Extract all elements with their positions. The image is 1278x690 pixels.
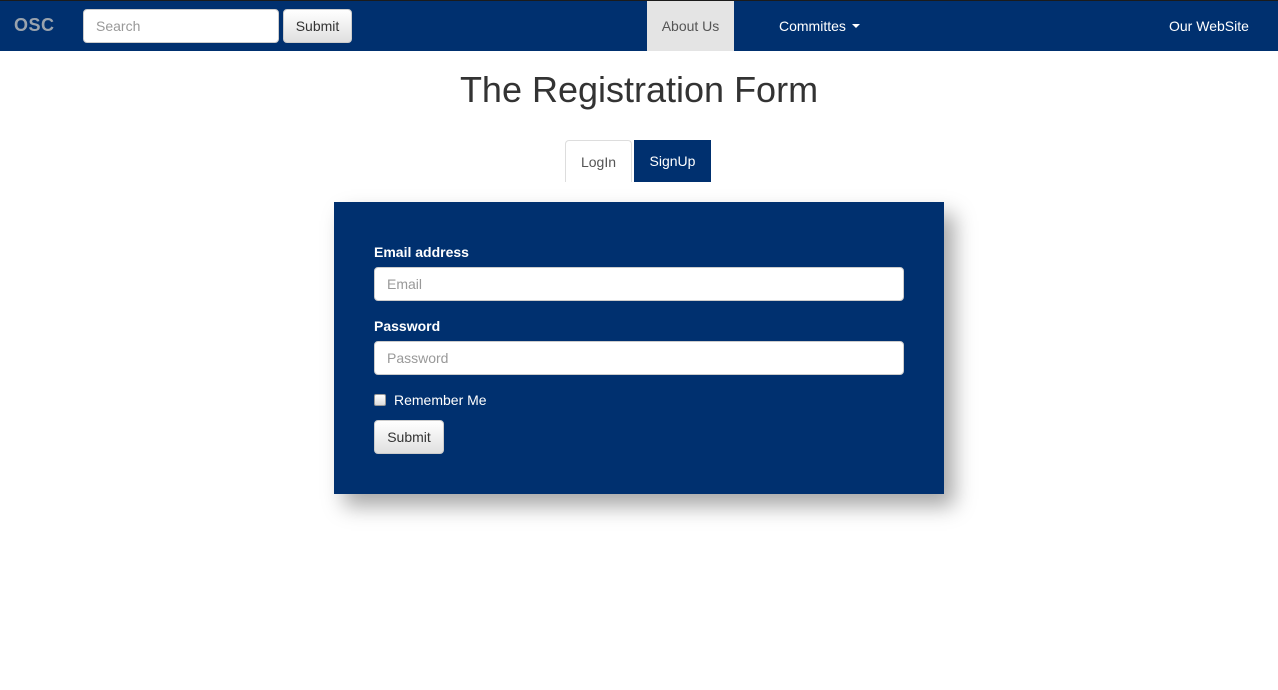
brand-logo[interactable]: OSC	[14, 14, 55, 36]
signup-form-panel: Email address Password Remember Me Submi…	[334, 202, 944, 494]
remember-me-label: Remember Me	[394, 392, 487, 408]
search-submit-button[interactable]: Submit	[283, 9, 352, 43]
tab-signup[interactable]: SignUp	[634, 140, 711, 182]
email-label: Email address	[374, 244, 469, 260]
nav-item-our-website[interactable]: Our WebSite	[1155, 1, 1263, 51]
nav-item-about-us[interactable]: About Us	[647, 1, 734, 51]
form-submit-button[interactable]: Submit	[374, 420, 444, 454]
top-navbar: OSC Submit About Us Committes Our WebSit…	[0, 0, 1278, 51]
tab-login[interactable]: LogIn	[565, 140, 632, 182]
remember-me-checkbox[interactable]	[374, 394, 386, 406]
password-label: Password	[374, 318, 441, 334]
search-input[interactable]	[83, 9, 279, 43]
chevron-down-icon	[851, 24, 860, 28]
email-field[interactable]	[374, 267, 904, 301]
password-field[interactable]	[374, 341, 904, 375]
page-title: The Registration Form	[459, 69, 819, 110]
remember-me-row[interactable]: Remember Me	[374, 392, 487, 408]
nav-committees-label: Committes	[779, 18, 846, 34]
nav-item-committees[interactable]: Committes	[765, 1, 874, 51]
